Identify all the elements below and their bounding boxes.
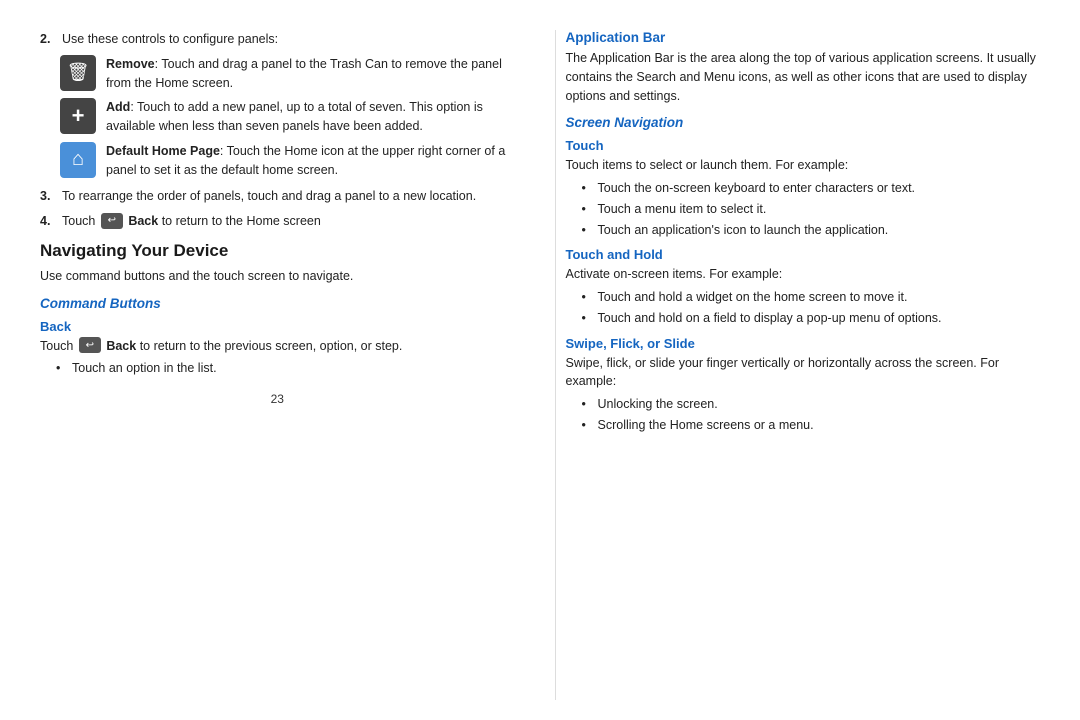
add-icon-row: + Add: Touch to add a new panel, up to a… <box>60 98 515 136</box>
command-buttons-heading: Command Buttons <box>40 296 515 311</box>
step-4-text: Touch ↩ Back to return to the Home scree… <box>62 212 321 231</box>
swipe-intro: Swipe, flick, or slide your finger verti… <box>566 354 1041 392</box>
touch-hold-intro: Activate on-screen items. For example: <box>566 265 1041 284</box>
home-icon: ⌂ <box>60 142 96 178</box>
add-label-bold: Add <box>106 100 130 114</box>
touch-heading: Touch <box>566 138 1041 153</box>
add-label-text: : Touch to add a new panel, up to a tota… <box>106 100 483 133</box>
step-3-text: To rearrange the order of panels, touch … <box>62 187 476 206</box>
main-heading: Navigating Your Device <box>40 241 515 261</box>
touch-hold-bullet-2: Touch and hold on a field to display a p… <box>582 309 1041 328</box>
step-4-number: 4. <box>40 212 56 231</box>
back-text: Touch ↩ Back to return to the previous s… <box>40 337 515 356</box>
touch-bullets: Touch the on-screen keyboard to enter ch… <box>582 179 1041 239</box>
trash-icon: 🗑 <box>60 55 96 91</box>
step-2-text: Use these controls to configure panels: <box>62 30 278 49</box>
back-inline-icon-2: ↩ <box>79 337 101 353</box>
back-heading: Back <box>40 319 515 334</box>
touch-intro: Touch items to select or launch them. Fo… <box>566 156 1041 175</box>
main-subtext: Use command buttons and the touch screen… <box>40 267 515 286</box>
remove-text: Remove: Touch and drag a panel to the Tr… <box>106 55 515 93</box>
step-3-number: 3. <box>40 187 56 206</box>
touch-hold-heading: Touch and Hold <box>566 247 1041 262</box>
back-inline-icon: ↩ <box>101 213 123 229</box>
app-bar-text: The Application Bar is the area along th… <box>566 49 1041 105</box>
app-bar-heading: Application Bar <box>566 30 1041 45</box>
remove-label-bold: Remove <box>106 57 155 71</box>
remove-icon-row: 🗑 Remove: Touch and drag a panel to the … <box>60 55 515 93</box>
touch-bullet-3: Touch an application's icon to launch th… <box>582 221 1041 240</box>
back-bullet-1: Touch an option in the list. <box>56 359 515 378</box>
swipe-bullet-1: Unlocking the screen. <box>582 395 1041 414</box>
step-2-number: 2. <box>40 30 56 49</box>
add-icon: + <box>60 98 96 134</box>
step-3: 3. To rearrange the order of panels, tou… <box>40 187 515 206</box>
touch-hold-bullet-1: Touch and hold a widget on the home scre… <box>582 288 1041 307</box>
screen-nav-heading: Screen Navigation <box>566 115 1041 130</box>
add-text: Add: Touch to add a new panel, up to a t… <box>106 98 515 136</box>
left-column: 2. Use these controls to configure panel… <box>40 30 525 700</box>
touch-bullet-2: Touch a menu item to select it. <box>582 200 1041 219</box>
touch-bullet-1: Touch the on-screen keyboard to enter ch… <box>582 179 1041 198</box>
home-icon-row: ⌂ Default Home Page: Touch the Home icon… <box>60 142 515 180</box>
swipe-bullets: Unlocking the screen. Scrolling the Home… <box>582 395 1041 435</box>
swipe-heading: Swipe, Flick, or Slide <box>566 336 1041 351</box>
home-text: Default Home Page: Touch the Home icon a… <box>106 142 515 180</box>
home-label-bold: Default Home Page <box>106 144 220 158</box>
remove-label-text: : Touch and drag a panel to the Trash Ca… <box>106 57 502 90</box>
right-column: Application Bar The Application Bar is t… <box>555 30 1041 700</box>
page-number: 23 <box>40 392 515 406</box>
step-2: 2. Use these controls to configure panel… <box>40 30 515 49</box>
step-4: 4. Touch ↩ Back to return to the Home sc… <box>40 212 515 231</box>
page-container: 2. Use these controls to configure panel… <box>0 0 1080 720</box>
swipe-bullet-2: Scrolling the Home screens or a menu. <box>582 416 1041 435</box>
touch-hold-bullets: Touch and hold a widget on the home scre… <box>582 288 1041 328</box>
back-bullets: Touch an option in the list. <box>56 359 515 378</box>
